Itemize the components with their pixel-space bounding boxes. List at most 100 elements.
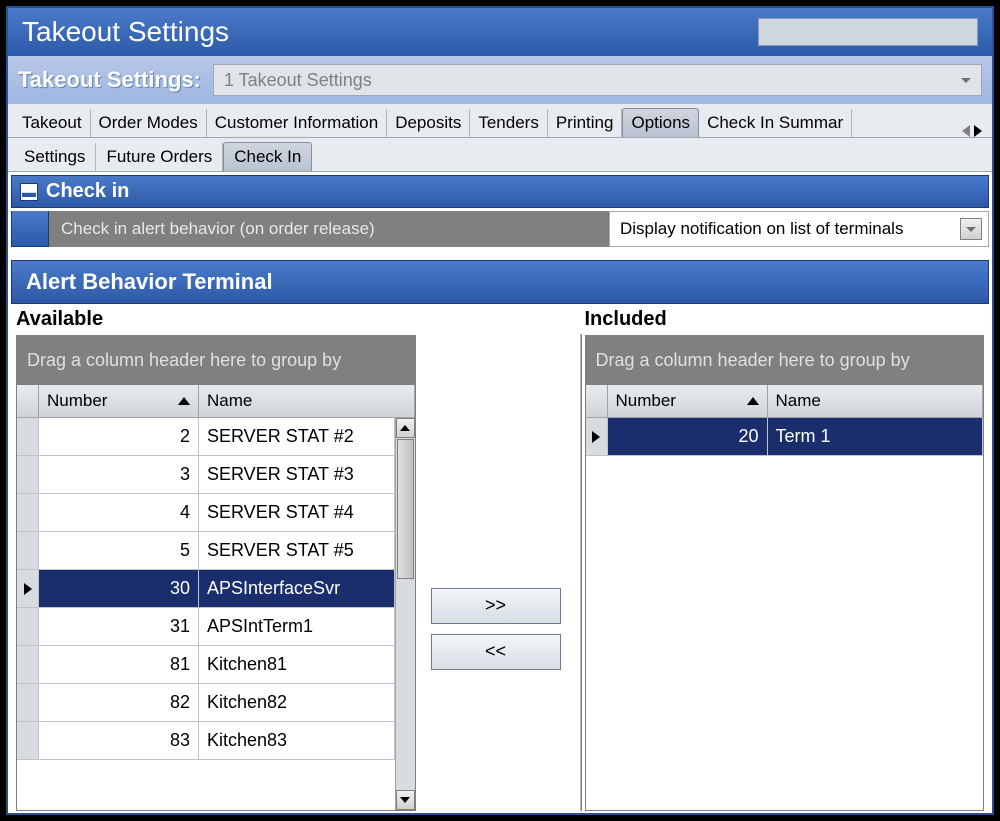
triangle-down-icon xyxy=(400,797,410,803)
cell-name: Term 1 xyxy=(768,418,984,455)
scrollbar-thumb[interactable] xyxy=(397,439,414,579)
row-indicator xyxy=(17,494,39,531)
list-divider[interactable] xyxy=(579,334,582,811)
cell-number: 83 xyxy=(39,722,199,759)
table-row[interactable]: 82Kitchen82 xyxy=(17,684,395,722)
cell-name: APSIntTerm1 xyxy=(199,608,395,645)
row-indicator xyxy=(17,684,39,721)
cell-number: 3 xyxy=(39,456,199,493)
cell-number: 31 xyxy=(39,608,199,645)
sort-asc-icon xyxy=(747,397,759,405)
sub-tab[interactable]: Future Orders xyxy=(96,143,223,171)
sort-asc-icon xyxy=(178,397,190,405)
scroll-down-button[interactable] xyxy=(396,790,415,810)
main-tab[interactable]: Order Modes xyxy=(91,109,207,137)
title-search-box[interactable] xyxy=(758,18,978,46)
table-row[interactable]: 5SERVER STAT #5 xyxy=(17,532,395,570)
available-group-by-bar[interactable]: Drag a column header here to group by xyxy=(17,336,415,385)
terminal-lists-area: Available Drag a column header here to g… xyxy=(8,304,992,813)
cell-number: 20 xyxy=(608,418,768,455)
main-tab[interactable]: Tenders xyxy=(470,109,547,137)
included-label: Included xyxy=(585,306,985,335)
settings-selector-value: 1 Takeout Settings xyxy=(224,70,372,91)
row-header-col xyxy=(17,385,39,417)
collapse-toggle[interactable]: ▬ xyxy=(20,183,38,201)
tab-scroll-right-icon[interactable] xyxy=(974,125,982,137)
page-title: Takeout Settings xyxy=(22,16,229,48)
alert-behavior-dropdown[interactable]: Display notification on list of terminal… xyxy=(609,211,989,247)
name-column-header[interactable]: Name xyxy=(768,385,984,417)
row-indicator xyxy=(17,722,39,759)
available-label: Available xyxy=(16,306,416,335)
cell-number: 5 xyxy=(39,532,199,569)
table-row[interactable]: 30APSInterfaceSvr xyxy=(17,570,395,608)
row-indicator xyxy=(17,532,39,569)
available-scrollbar[interactable] xyxy=(395,418,415,810)
table-row[interactable]: 3SERVER STAT #3 xyxy=(17,456,395,494)
row-pointer-icon xyxy=(24,583,32,595)
main-tab[interactable]: Takeout xyxy=(14,109,91,137)
scroll-up-button[interactable] xyxy=(396,418,415,438)
table-row[interactable]: 4SERVER STAT #4 xyxy=(17,494,395,532)
checkin-header-text: Check in xyxy=(46,180,129,203)
cell-number: 30 xyxy=(39,570,199,607)
cell-name: Kitchen83 xyxy=(199,722,395,759)
available-column: Available Drag a column header here to g… xyxy=(16,306,416,811)
settings-selector-dropdown[interactable]: 1 Takeout Settings xyxy=(213,64,982,96)
sub-tab-strip: SettingsFuture OrdersCheck In xyxy=(8,138,992,172)
add-button[interactable]: >> xyxy=(431,588,561,624)
cell-name: SERVER STAT #5 xyxy=(199,532,395,569)
number-column-header[interactable]: Number xyxy=(608,385,768,417)
table-row[interactable]: 81Kitchen81 xyxy=(17,646,395,684)
cell-name: Kitchen82 xyxy=(199,684,395,721)
main-tab-strip: TakeoutOrder ModesCustomer InformationDe… xyxy=(8,104,992,138)
table-row[interactable]: 83Kitchen83 xyxy=(17,722,395,760)
checkin-field-row: Check in alert behavior (on order releas… xyxy=(11,211,989,247)
row-pointer-icon xyxy=(592,431,600,443)
cell-number: 4 xyxy=(39,494,199,531)
sub-tab[interactable]: Check In xyxy=(223,142,312,171)
window: Takeout Settings Takeout Settings: 1 Tak… xyxy=(6,6,994,815)
cell-name: SERVER STAT #4 xyxy=(199,494,395,531)
row-indicator xyxy=(586,418,608,455)
section-indent xyxy=(11,211,49,247)
checkin-section-header: ▬ Check in xyxy=(11,175,989,208)
tab-scroll-left-icon[interactable] xyxy=(962,125,970,137)
available-grid-header: Number Name xyxy=(17,385,415,418)
included-group-by-bar[interactable]: Drag a column header here to group by xyxy=(586,336,984,385)
included-grid-header: Number Name xyxy=(586,385,984,418)
table-row[interactable]: 31APSIntTerm1 xyxy=(17,608,395,646)
table-row[interactable]: 2SERVER STAT #2 xyxy=(17,418,395,456)
chevron-down-icon xyxy=(966,227,976,232)
main-tab[interactable]: Printing xyxy=(548,109,623,137)
selector-bar: Takeout Settings: 1 Takeout Settings xyxy=(8,56,992,104)
row-indicator xyxy=(17,456,39,493)
remove-button[interactable]: << xyxy=(431,634,561,670)
cell-number: 81 xyxy=(39,646,199,683)
main-tab[interactable]: Options xyxy=(622,108,699,137)
alert-behavior-label: Check in alert behavior (on order releas… xyxy=(49,211,609,247)
alert-behavior-value: Display notification on list of terminal… xyxy=(620,219,903,239)
main-tab[interactable]: Customer Information xyxy=(207,109,387,137)
title-bar: Takeout Settings xyxy=(8,8,992,56)
sub-tab[interactable]: Settings xyxy=(14,143,96,171)
row-header-col xyxy=(586,385,608,417)
available-grid: Drag a column header here to group by Nu… xyxy=(16,335,416,811)
cell-name: Kitchen81 xyxy=(199,646,395,683)
cell-name: APSInterfaceSvr xyxy=(199,570,395,607)
scrollbar-track[interactable] xyxy=(396,580,415,790)
available-grid-body: 2SERVER STAT #23SERVER STAT #34SERVER ST… xyxy=(17,418,415,810)
name-column-header[interactable]: Name xyxy=(199,385,415,417)
number-column-header[interactable]: Number xyxy=(39,385,199,417)
transfer-buttons: >> << xyxy=(416,306,576,811)
included-column: Included Drag a column header here to gr… xyxy=(585,306,985,811)
row-indicator xyxy=(17,646,39,683)
table-row[interactable]: 20Term 1 xyxy=(586,418,984,456)
row-indicator xyxy=(17,418,39,455)
cell-name: SERVER STAT #2 xyxy=(199,418,395,455)
dropdown-button[interactable] xyxy=(960,218,982,240)
cell-number: 2 xyxy=(39,418,199,455)
main-tab[interactable]: Deposits xyxy=(387,109,470,137)
main-tab[interactable]: Check In Summar xyxy=(699,109,852,137)
included-grid: Drag a column header here to group by Nu… xyxy=(585,335,985,811)
